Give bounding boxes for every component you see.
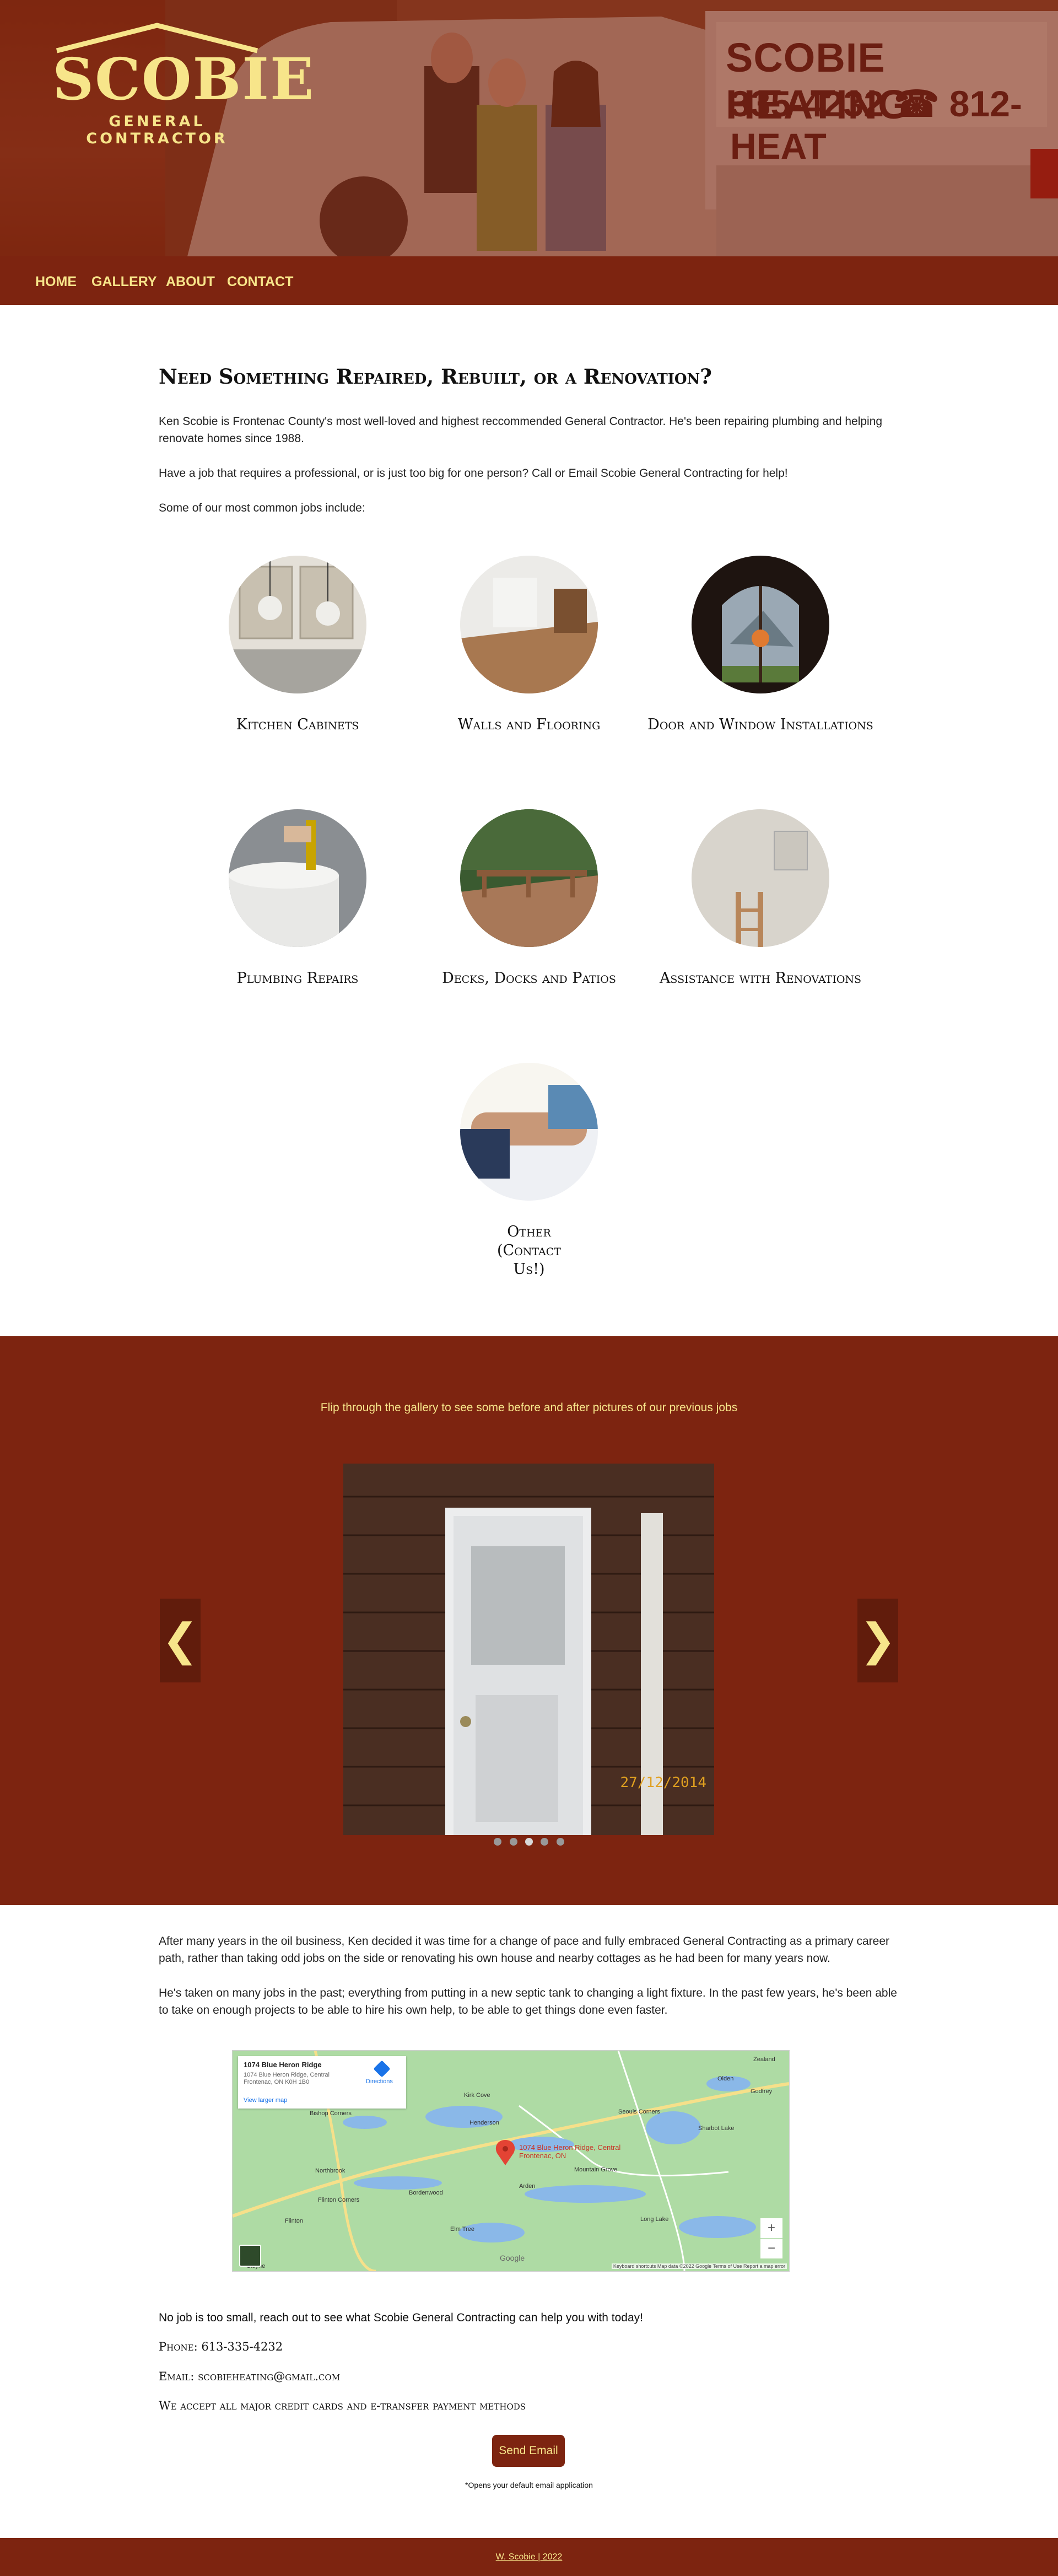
service-walls-flooring: Walls and Flooring: [413, 556, 645, 734]
map-town-label: Long Lake: [640, 2216, 669, 2223]
map-town-label: Mountain Grove: [574, 2166, 618, 2173]
kitchen-cabinets-image: [229, 556, 366, 693]
contact-email: Email: scobieheating@gmail.com: [159, 2370, 341, 2383]
footer-credit-link[interactable]: W. Scobie | 2022: [0, 2552, 1058, 2562]
map-town-label: Sharbot Lake: [698, 2125, 735, 2132]
map-pin-label: 1074 Blue Heron Ridge, Central Frontenac…: [519, 2143, 621, 2160]
header-banner: SCOBIE HEATING 335-4232 ☎ 812-HEAT SCOBI…: [0, 0, 1058, 256]
main-nav: HOME GALLERY ABOUT CONTACT: [0, 256, 1058, 305]
gallery-dot[interactable]: [556, 1838, 564, 1846]
gallery-prev-button[interactable]: ❮: [160, 1599, 201, 1682]
service-label: Plumbing Repairs: [236, 970, 359, 987]
service-label: Door and Window Installations: [647, 716, 873, 733]
map-place-card: 1074 Blue Heron Ridge 1074 Blue Heron Ri…: [238, 2056, 406, 2109]
map-town-label: Godfrey: [751, 2088, 773, 2095]
gallery-caption: Flip through the gallery to see some bef…: [320, 1401, 738, 1414]
map-town-label: Seouls Corners: [618, 2109, 660, 2115]
nav-home[interactable]: HOME: [35, 274, 77, 290]
service-label: Kitchen Cabinets: [236, 716, 359, 733]
gallery-dot[interactable]: [509, 1838, 517, 1846]
map-town-label: Bishop Corners: [310, 2110, 352, 2117]
nav-gallery[interactable]: GALLERY: [91, 274, 157, 290]
map-town-label: Bordenwood: [409, 2190, 443, 2196]
send-email-note: *Opens your default email application: [465, 2481, 593, 2489]
service-label: Assistance with Renovations: [659, 970, 862, 987]
map-view-larger-link[interactable]: View larger map: [244, 2097, 287, 2104]
footer: W. Scobie | 2022: [0, 2538, 1058, 2576]
gallery-dot[interactable]: [541, 1838, 549, 1846]
map-zoom-in-button[interactable]: +: [760, 2218, 782, 2238]
map-google-logo: Google: [500, 2254, 525, 2262]
map-place-address: 1074 Blue Heron Ridge, Central Frontenac…: [244, 2072, 330, 2085]
map-town-label: Olden: [717, 2075, 734, 2082]
intro-para-3: Some of our most common jobs include:: [159, 502, 365, 514]
nav-contact[interactable]: CONTACT: [227, 274, 293, 290]
other-image: [460, 1063, 598, 1201]
intro-para-2: Have a job that requires a professional,…: [159, 467, 788, 480]
gallery-slide-image: 27/12/2014: [343, 1464, 714, 1835]
service-renovations: Assistance with Renovations: [645, 809, 876, 988]
service-decks: Decks, Docks and Patios: [413, 809, 645, 988]
service-kitchen-cabinets: Kitchen Cabinets: [182, 556, 413, 734]
photo-date-stamp: 27/12/2014: [620, 1774, 706, 1791]
service-plumbing: Plumbing Repairs: [182, 809, 413, 988]
map-town-label: Henderson: [469, 2120, 499, 2126]
gallery-next-button[interactable]: ❯: [857, 1599, 898, 1682]
contact-intro: No job is too small, reach out to see wh…: [159, 2311, 643, 2324]
about-para-1: After many years in the oil business, Ke…: [159, 1935, 890, 1965]
map-zoom-out-button[interactable]: −: [760, 2239, 782, 2258]
service-label: Decks, Docks and Patios: [442, 970, 616, 987]
gallery-dot[interactable]: [494, 1838, 502, 1846]
map-town-label: Elm Tree: [450, 2226, 475, 2233]
gallery-section: Flip through the gallery to see some bef…: [0, 1336, 1058, 1905]
send-email-button[interactable]: Send Email: [492, 2435, 565, 2467]
about-para-2: He's taken on many jobs in the past; eve…: [159, 1987, 897, 2016]
gallery-dot-active[interactable]: [525, 1838, 533, 1846]
intro-para-1: Ken Scobie is Frontenac County's most we…: [159, 415, 883, 445]
map-directions-link[interactable]: Directions: [366, 2078, 393, 2085]
service-door-window: Door and Window Installations: [645, 556, 876, 734]
map-place-title: 1074 Blue Heron Ridge: [244, 2061, 322, 2069]
logo[interactable]: SCOBIE GENERAL CONTRACTOR: [52, 22, 315, 147]
gallery-dots: [0, 1838, 1058, 1848]
map-attribution: Keyboard shortcuts Map data ©2022 Google…: [611, 2263, 787, 2269]
truck-sign-line2: 335-4232 ☎ 812-HEAT: [730, 83, 1022, 166]
map-town-label: Flinton: [285, 2218, 304, 2224]
service-label: Other (Contact Us!): [497, 1223, 561, 1278]
renovations-image: [692, 809, 829, 947]
decks-image: [460, 809, 598, 947]
map-town-label: Zealand: [753, 2056, 775, 2063]
directions-icon[interactable]: [373, 2060, 391, 2078]
map-town-label: Flinton Corners: [318, 2197, 360, 2203]
door-window-image: [692, 556, 829, 693]
contact-payment: We accept all major credit cards and e-t…: [159, 2399, 526, 2412]
location-map[interactable]: 1074 Blue Heron Ridge, Central Frontenac…: [232, 2050, 790, 2272]
logo-title: SCOBIE: [52, 45, 315, 113]
nav-about[interactable]: ABOUT: [166, 274, 215, 290]
map-town-label: Kirk Cove: [464, 2092, 490, 2099]
plumbing-image: [229, 809, 366, 947]
service-label: Walls and Flooring: [457, 716, 601, 733]
service-other: Other (Contact Us!): [413, 1063, 645, 1279]
map-layer-toggle[interactable]: [239, 2245, 261, 2267]
map-town-label: Arden: [519, 2183, 536, 2190]
page-title: Need Something Repaired, Rebuilt, or a R…: [159, 364, 712, 389]
logo-subtitle: GENERAL CONTRACTOR: [86, 113, 228, 147]
contact-phone: Phone: 613-335-4232: [159, 2340, 283, 2353]
map-town-label: Northbrook: [315, 2168, 346, 2174]
walls-flooring-image: [460, 556, 598, 693]
